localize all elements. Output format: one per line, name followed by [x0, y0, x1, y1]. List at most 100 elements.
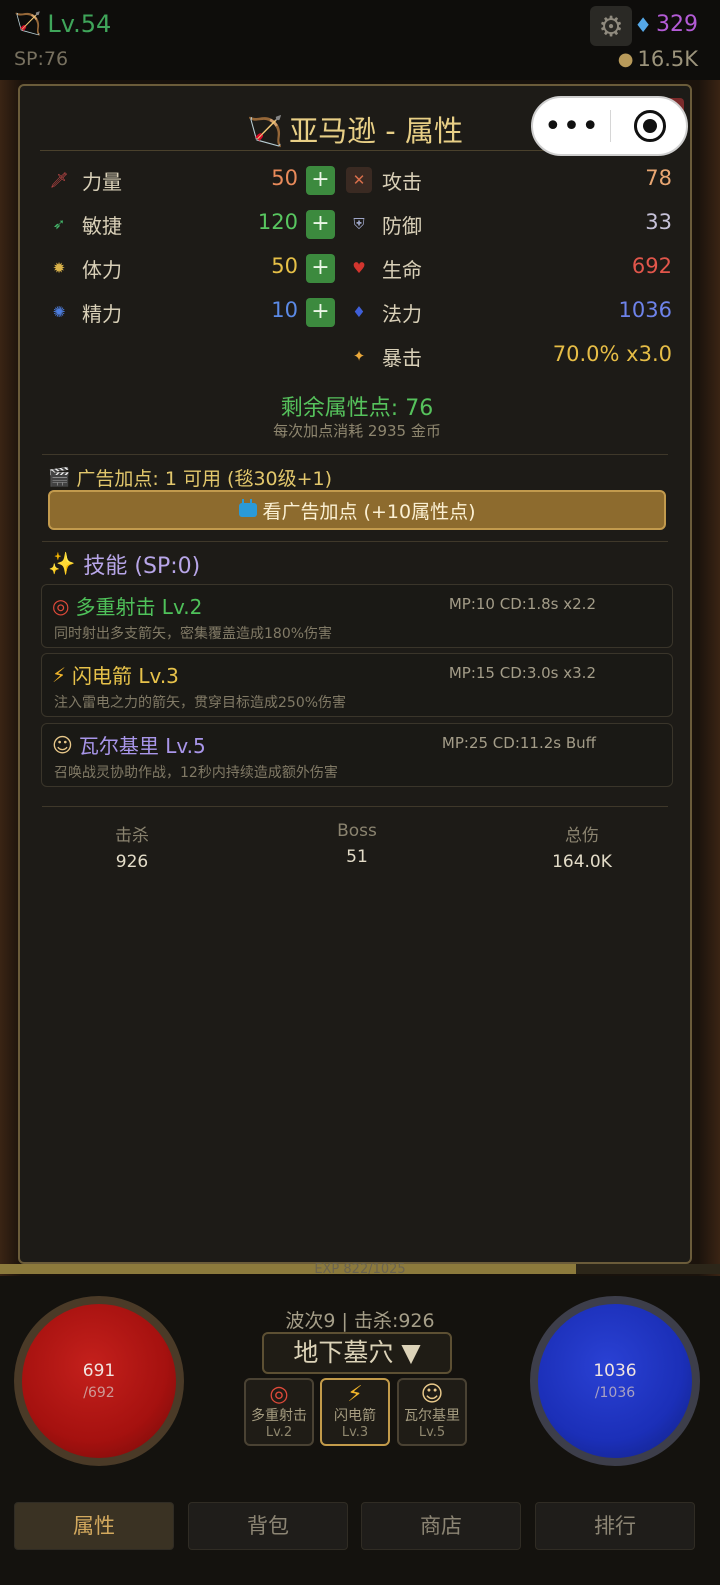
attr-value-vitality: 50 [271, 254, 298, 278]
summary-value: 926 [115, 852, 149, 872]
add-strength-button[interactable]: + [306, 166, 335, 195]
defense-icon: ⛨ [353, 215, 365, 233]
settings-button[interactable]: ⚙ [590, 6, 632, 46]
skill-name-text: 闪电箭 Lv.3 [72, 664, 179, 688]
derived-row-defense: ⛨ 防御 [346, 204, 422, 244]
skill-meta: MP:15 CD:3.0s x3.2 [448, 664, 596, 682]
bow-icon: 🏹 [14, 11, 42, 37]
summary-label: 击杀 [115, 826, 149, 846]
attack-icon: ✕ [346, 167, 372, 193]
hp-current: 691 [82, 1361, 116, 1381]
tv-icon [238, 503, 257, 517]
point-cost-note: 每次加点消耗 2935 金币 [273, 422, 441, 440]
money-bag-icon: ● [617, 48, 634, 70]
attr-row-vitality: ✹ 体力 [46, 248, 122, 288]
more-options-button[interactable]: ••• [533, 98, 611, 154]
tab-shop[interactable]: 商店 [361, 1502, 521, 1550]
quick-skill-multishot[interactable]: ◎ 多重射击 Lv.2 [244, 1378, 314, 1446]
quick-skill-valkyrie[interactable]: ☺ 瓦尔基里 Lv.5 [397, 1378, 467, 1446]
gear-icon: ⚙ [598, 9, 624, 43]
wave-kill-status: 波次9 | 击杀:926 [285, 1310, 435, 1332]
divider [42, 541, 668, 542]
divider [42, 454, 668, 455]
skill-card-lightning-arrow[interactable]: ⚡ 闪电箭 Lv.3 MP:15 CD:3.0s x3.2 注入雷电之力的箭矢，… [41, 653, 673, 717]
derived-label: 防御 [382, 213, 422, 238]
summary-total-damage: 总伤 164.0K [512, 821, 652, 872]
skill-card-valkyrie[interactable]: ☺ 瓦尔基里 Lv.5 MP:25 CD:11.2s Buff 召唤战灵协助作战… [41, 723, 673, 787]
valkyrie-icon: ☺ [52, 732, 73, 757]
watch-ad-button[interactable]: 看广告加点 (+10属性点) [48, 490, 666, 530]
energy-icon: ✺ [52, 303, 66, 321]
summary-value: 164.0K [552, 852, 612, 872]
derived-label: 攻击 [382, 169, 422, 194]
skill-desc: 同时射出多支箭矢，密集覆盖造成180%伤害 [54, 626, 333, 642]
quick-skill-name: 瓦尔基里 [404, 1408, 460, 1424]
derived-row-mana: ♦ 法力 [346, 292, 422, 332]
exit-miniprogram-icon[interactable] [634, 110, 666, 142]
skill-meta: MP:25 CD:11.2s Buff [441, 734, 596, 752]
skill-name: ⚡ 闪电箭 Lv.3 [52, 660, 179, 689]
add-agility-button[interactable]: + [306, 210, 335, 239]
agility-icon: ➶ [52, 215, 66, 233]
tab-attributes[interactable]: 属性 [14, 1502, 174, 1550]
remaining-points: 剩余属性点: 76 [280, 396, 434, 421]
more-dots-icon: ••• [543, 108, 601, 144]
skill-points: SP:76 [14, 48, 69, 70]
derived-row-attack: ✕ 攻击 [346, 160, 422, 200]
valkyrie-icon: ☺ [420, 1382, 444, 1407]
diamond-icon: ♦ [634, 12, 652, 37]
tab-ranking[interactable]: 排行 [535, 1502, 695, 1550]
skill-desc: 注入雷电之力的箭矢，贯穿目标造成250%伤害 [54, 695, 347, 711]
skill-card-multishot[interactable]: ◎ 多重射击 Lv.2 MP:10 CD:1.8s x2.2 同时射出多支箭矢，… [41, 584, 673, 648]
panel-title-text: 亚马逊 - 属性 [289, 114, 463, 148]
attr-value-strength: 50 [271, 166, 298, 190]
hp-max: /692 [83, 1385, 115, 1401]
attr-label: 精力 [82, 301, 122, 326]
divider [42, 806, 668, 807]
clapperboard-icon: 🎬 [48, 467, 71, 488]
skill-desc: 召唤战灵协助作战，12秒内持续造成额外伤害 [54, 765, 338, 781]
attr-label: 敏捷 [82, 213, 122, 238]
mana-icon: ♦ [352, 303, 366, 321]
sparkles-icon: ✨ [48, 551, 76, 577]
quick-skill-level: Lv.5 [418, 1425, 446, 1440]
ad-points-text: 广告加点: 1 可用 (毯30级+1) [76, 468, 333, 490]
target-icon: ◎ [52, 593, 70, 618]
quick-skill-level: Lv.2 [265, 1425, 293, 1440]
miniprogram-capsule: ••• [531, 96, 688, 156]
attr-value-agility: 120 [257, 210, 298, 234]
player-level: 🏹 Lv.54 [14, 10, 111, 38]
derived-label: 生命 [382, 257, 422, 282]
mp-max: /1036 [594, 1385, 636, 1401]
derived-value-defense: 33 [645, 210, 672, 234]
skill-name-text: 瓦尔基里 Lv.5 [78, 734, 206, 758]
target-icon: ◎ [269, 1382, 289, 1407]
summary-value: 51 [346, 847, 368, 867]
derived-label: 暴击 [382, 345, 422, 370]
vitality-icon: ✹ [52, 259, 66, 277]
quick-skill-name: 闪电箭 [334, 1408, 376, 1424]
lightning-icon: ⚡ [347, 1382, 363, 1407]
life-icon: ♥ [352, 259, 366, 277]
gem-count: 329 [656, 12, 698, 37]
strength-icon: 🗡 [49, 171, 69, 189]
capsule-divider [610, 110, 611, 142]
exp-text: EXP 822/1025 [314, 1262, 406, 1277]
attribute-panel: 🏹 亚马逊 - 属性 🗡 力量 50 + ➶ 敏捷 120 + ✹ 体力 50 +… [18, 84, 692, 1264]
bow-icon: 🏹 [246, 114, 284, 148]
tab-inventory[interactable]: 背包 [188, 1502, 348, 1550]
add-energy-button[interactable]: + [306, 298, 335, 327]
attr-row-strength: 🗡 力量 [46, 160, 122, 200]
derived-value-attack: 78 [645, 166, 672, 190]
derived-value-crit: 70.0% x3.0 [552, 342, 672, 366]
add-vitality-button[interactable]: + [306, 254, 335, 283]
derived-label: 法力 [382, 301, 422, 326]
gold-count: 16.5K [637, 47, 698, 71]
derived-row-crit: ✦ 暴击 [346, 336, 422, 376]
gem-counter: ♦ 329 [634, 12, 698, 37]
top-bar: 🏹 Lv.54 SP:76 ⚙ ♦ 329 ● 16.5K [0, 0, 720, 80]
derived-value-mana: 1036 [618, 298, 672, 322]
quick-skill-lightning-arrow[interactable]: ⚡ 闪电箭 Lv.3 [320, 1378, 390, 1446]
zone-selector[interactable]: 地下墓穴 ▼ [262, 1332, 452, 1374]
skill-meta: MP:10 CD:1.8s x2.2 [448, 595, 596, 613]
